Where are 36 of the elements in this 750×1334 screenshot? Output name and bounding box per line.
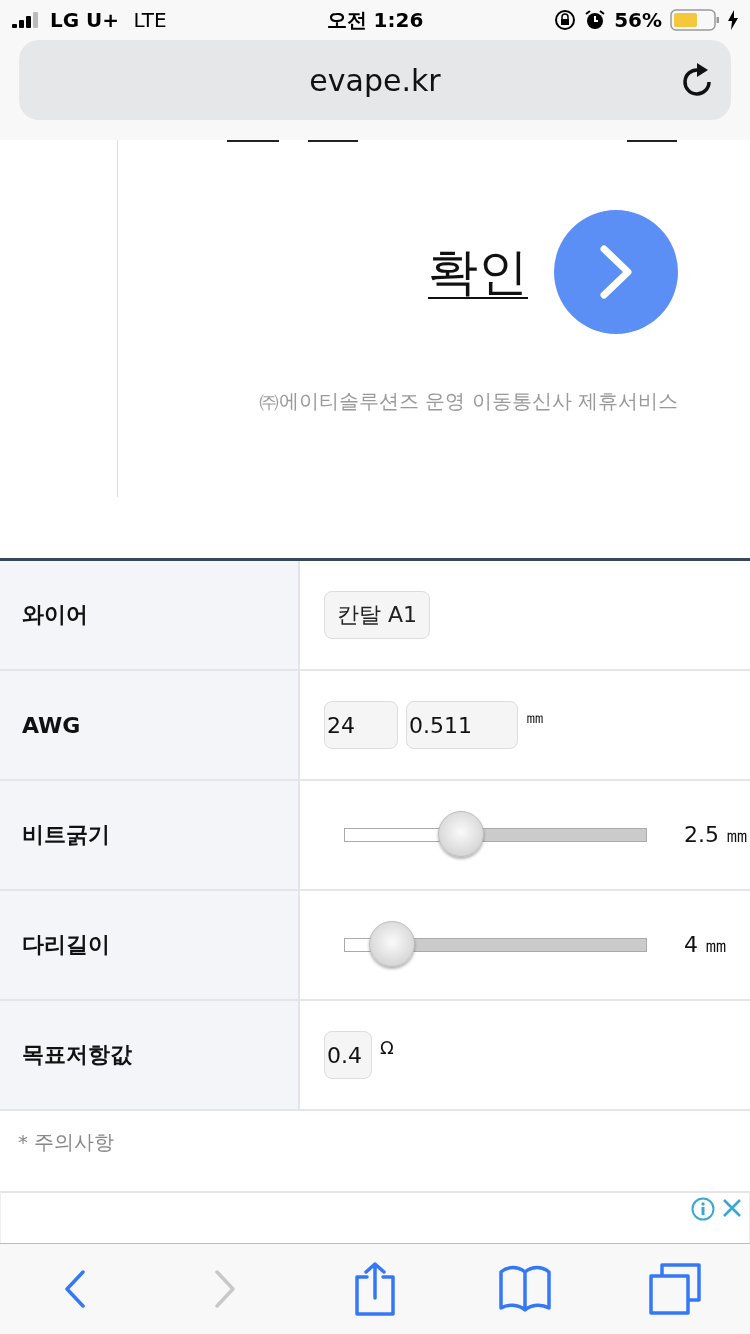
input-field[interactable]: 0.4 bbox=[324, 1031, 372, 1079]
network-type: LTE bbox=[132, 8, 167, 32]
share-icon bbox=[354, 1262, 396, 1316]
carrier-name: LG U+ bbox=[50, 8, 120, 32]
slider-thumb[interactable] bbox=[438, 811, 485, 857]
wire-select[interactable]: 칸탈 A1 bbox=[324, 591, 431, 639]
row-label: 와이어 bbox=[0, 561, 300, 669]
unit-label: ㎜ bbox=[526, 705, 544, 729]
url-text: evape.kr bbox=[309, 62, 441, 98]
row-label: 다리길이 bbox=[0, 891, 300, 999]
info-icon[interactable] bbox=[691, 1197, 715, 1221]
tabs-icon bbox=[648, 1262, 702, 1316]
input-field[interactable]: 0.511 bbox=[406, 701, 518, 749]
back-icon bbox=[63, 1269, 87, 1309]
note-text: * 주의사항 bbox=[18, 1130, 115, 1154]
rotation-lock-icon bbox=[554, 9, 577, 31]
battery-percent: 56% bbox=[614, 8, 662, 32]
slider-value: 4 ㎜ bbox=[684, 931, 727, 959]
confirm-link[interactable]: 확인 bbox=[428, 238, 528, 306]
row-label: 비트굵기 bbox=[0, 781, 300, 889]
slider-value: 2.5 ㎜ bbox=[684, 821, 748, 849]
forward-icon bbox=[213, 1269, 237, 1309]
unit-label: Ω bbox=[380, 1036, 394, 1058]
caption-text: ㈜에이티솔루션즈 운영 이동통신사 제휴서비스 bbox=[258, 388, 678, 415]
close-icon[interactable] bbox=[721, 1197, 743, 1219]
chevron-right-icon bbox=[599, 245, 633, 299]
row-label: 목표저항값 bbox=[0, 1001, 300, 1109]
charging-icon bbox=[728, 10, 738, 30]
alarm-icon bbox=[584, 9, 607, 31]
book-icon bbox=[498, 1264, 552, 1314]
input-field[interactable]: 24 bbox=[324, 701, 398, 749]
row-label: AWG bbox=[0, 671, 300, 779]
clock: 오전 1:26 bbox=[326, 6, 424, 34]
battery-icon bbox=[670, 9, 720, 31]
address-bar[interactable]: evape.kr bbox=[19, 40, 731, 120]
slider-thumb[interactable] bbox=[368, 921, 415, 967]
